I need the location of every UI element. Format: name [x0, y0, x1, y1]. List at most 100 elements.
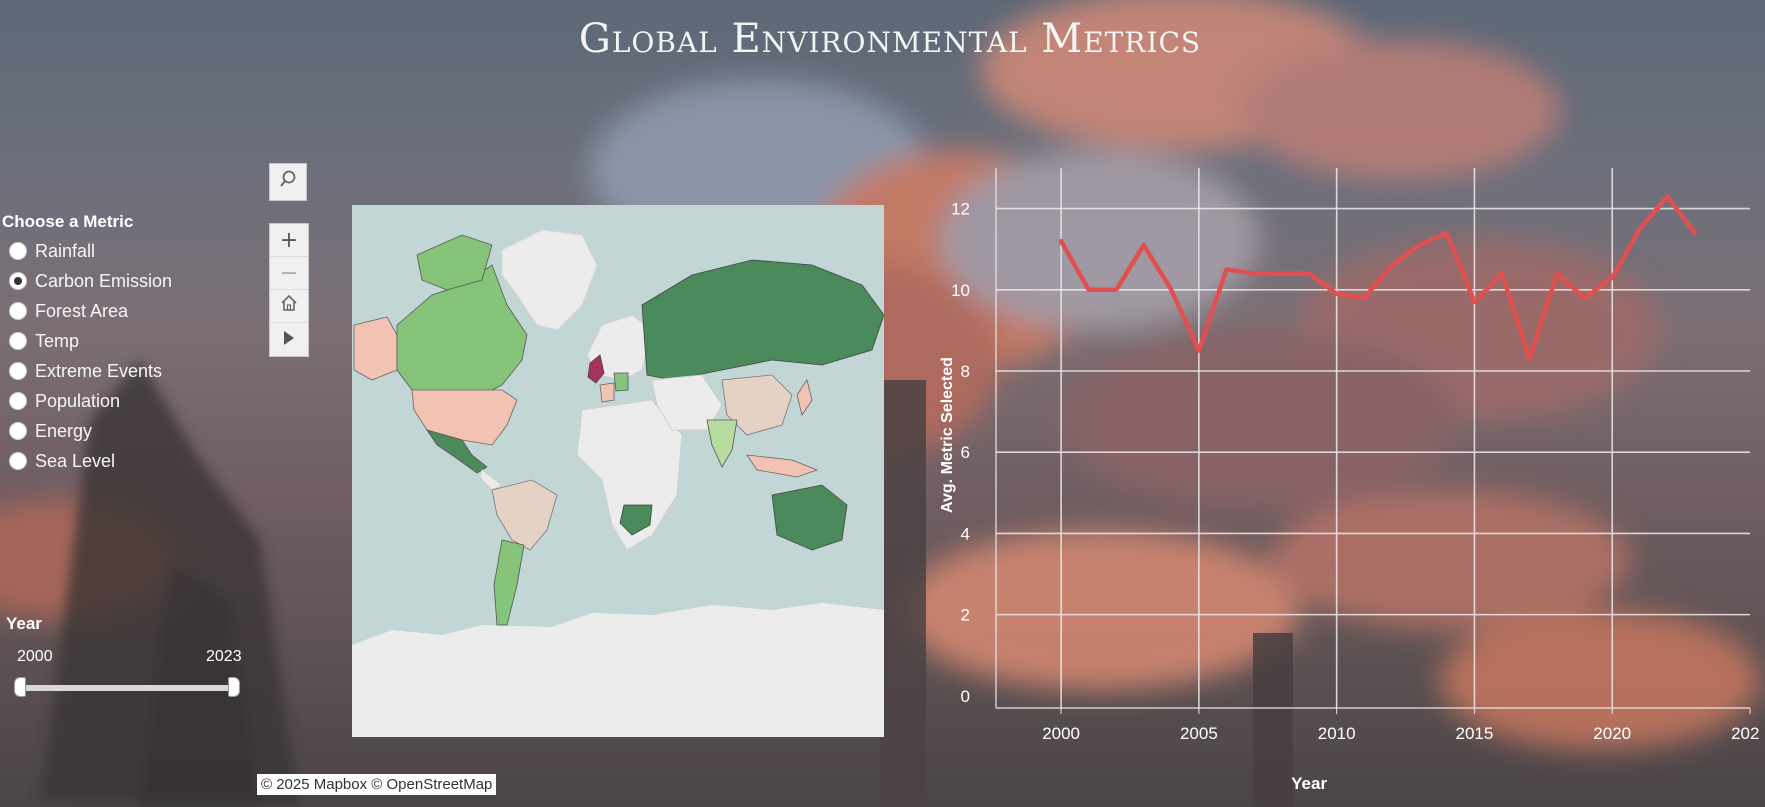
data-point [1694, 232, 1696, 234]
data-point [1666, 195, 1668, 197]
play-button[interactable] [270, 323, 308, 356]
zoom-out-icon: − [279, 260, 299, 286]
home-icon [279, 293, 299, 319]
metric-option[interactable]: Sea Level [2, 446, 242, 476]
data-point [1446, 232, 1448, 234]
metric-option[interactable]: Temp [2, 326, 242, 356]
metric-option-label: Extreme Events [35, 360, 163, 381]
data-point [1336, 293, 1338, 295]
radio-button[interactable] [9, 422, 27, 440]
y-tick-label: 6 [961, 443, 970, 462]
data-point [1170, 289, 1172, 291]
year-slider-max-handle[interactable] [228, 677, 240, 697]
year-filter: Year 2000 2023 [6, 614, 246, 697]
map-south-america-north [491, 479, 558, 551]
metric-option-label: Rainfall [35, 240, 96, 261]
y-axis-label: Avg. Metric Selected [939, 357, 956, 513]
data-point [1584, 297, 1586, 299]
x-tick-label: 2020 [1593, 724, 1631, 743]
zoom-out-button[interactable]: − [270, 257, 308, 290]
zoom-in-icon: + [279, 227, 299, 253]
metric-option[interactable]: Rainfall [2, 236, 242, 266]
page-title: Global Environmental Metrics [578, 16, 1202, 62]
y-tick-label: 4 [961, 524, 970, 543]
metric-option-label: Temp [35, 330, 80, 351]
play-icon [282, 327, 296, 352]
radio-button[interactable] [9, 332, 27, 350]
data-point [1556, 273, 1558, 275]
data-point [1143, 244, 1145, 246]
metric-selector-title: Choose a Metric [2, 212, 134, 231]
line-chart: 2000 2005 2010 2015 2020 2025 0 2 4 6 8 10 12 Year Avg… [939, 168, 1760, 793]
metric-option[interactable]: Forest Area [2, 296, 242, 326]
year-slider-min-handle[interactable] [14, 677, 26, 697]
x-tick-label: 2010 [1318, 724, 1356, 743]
metric-radio-list: Rainfall Carbon Emission Forest Area Temp Ex… [2, 236, 242, 476]
data-point [1088, 289, 1090, 291]
metric-option-label: Population [35, 390, 121, 411]
map-japan [796, 379, 813, 416]
data-point [1060, 240, 1062, 242]
year-min-label: 2000 [17, 648, 53, 665]
map-alaska [353, 316, 398, 381]
data-point [1501, 273, 1503, 275]
metric-option[interactable]: Population [2, 386, 242, 416]
metric-option[interactable]: Carbon Emission [2, 266, 242, 296]
radio-button[interactable] [9, 302, 27, 320]
map-france [599, 382, 615, 403]
metric-selector: Choose a Metric Rainfall Carbon Emission F… [2, 212, 242, 476]
map-attribution[interactable]: © 2025 Mapbox © OpenStreetMap [257, 774, 497, 795]
year-max-label: 2023 [206, 648, 242, 665]
home-button[interactable] [270, 290, 308, 323]
data-point [1391, 264, 1393, 266]
data-point [1639, 228, 1641, 230]
map-india [706, 419, 738, 468]
data-point [1281, 273, 1283, 275]
x-axis-label: Year [1291, 774, 1327, 793]
data-point [1418, 244, 1420, 246]
data-point [1115, 289, 1117, 291]
data-point [1198, 350, 1200, 352]
zoom-in-button[interactable]: + [270, 224, 308, 257]
data-point [1611, 277, 1613, 279]
x-tick-label: 2015 [1456, 724, 1494, 743]
radio-button[interactable] [9, 452, 27, 470]
map-usa [411, 389, 518, 446]
map-australia [771, 484, 848, 551]
metric-option-label: Energy [35, 420, 93, 441]
x-tick-label: 2025 [1731, 724, 1760, 743]
y-tick-label: 12 [951, 200, 970, 219]
map-toolbar: + − [269, 163, 309, 357]
series-line [1058, 194, 1698, 362]
metric-option[interactable]: Energy [2, 416, 242, 446]
data-point [1529, 358, 1531, 360]
data-point [1253, 273, 1255, 275]
year-filter-title: Year [6, 614, 42, 633]
map-argentina [493, 539, 525, 626]
metric-option-label: Sea Level [35, 450, 116, 471]
radio-button[interactable] [9, 272, 27, 290]
metric-option-label: Carbon Emission [35, 270, 173, 291]
radio-selected-dot [14, 277, 22, 285]
radio-button[interactable] [9, 392, 27, 410]
y-tick-label: 8 [961, 362, 970, 381]
y-tick-label: 0 [961, 687, 970, 706]
map-southeast-asia [746, 454, 819, 478]
radio-button[interactable] [9, 362, 27, 380]
search-icon [278, 169, 298, 195]
map-antarctica [352, 603, 884, 737]
year-slider-track[interactable] [16, 685, 236, 691]
map-germany [613, 372, 629, 392]
y-tick-label: 10 [951, 281, 970, 300]
radio-button[interactable] [9, 242, 27, 260]
x-tick-label: 2005 [1180, 724, 1218, 743]
data-point [1473, 301, 1475, 303]
y-tick-label: 2 [961, 606, 970, 625]
x-tick-label: 2000 [1042, 724, 1080, 743]
world-map-svg [352, 229, 884, 737]
data-point [1363, 297, 1365, 299]
metric-option[interactable]: Extreme Events [2, 356, 242, 386]
search-button[interactable] [269, 163, 307, 201]
data-point [1225, 269, 1227, 271]
world-map[interactable] [352, 205, 884, 737]
